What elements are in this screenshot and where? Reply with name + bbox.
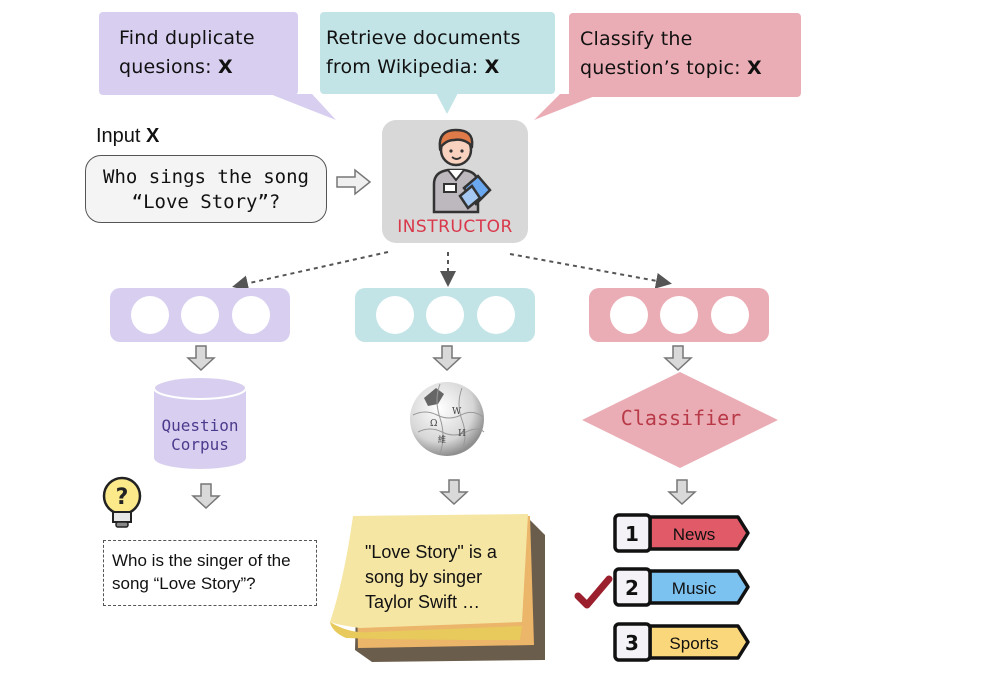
prompt-text: question’s topic:: [580, 57, 747, 79]
instructor-label: INSTRUCTOR: [397, 217, 513, 237]
prompt-variable: X: [746, 57, 762, 79]
bubble-tail-classify: [534, 94, 600, 120]
prompt-variable: X: [217, 56, 233, 78]
selected-check-icon: [574, 575, 613, 609]
prompt-line: quesions: X: [119, 53, 284, 82]
prompt-text: from Wikipedia:: [326, 56, 485, 78]
prompt-line: from Wikipedia: X: [326, 53, 541, 82]
down-arrow-left-1: [186, 345, 216, 372]
input-line: Who sings the song: [103, 166, 309, 188]
down-arrow-right-1: [663, 345, 693, 372]
svg-text:И: И: [458, 429, 466, 439]
embedding-dot: [130, 296, 169, 334]
prompt-line: Classify the: [580, 28, 693, 50]
tag-rank: 1: [625, 522, 639, 546]
down-arrow-right-2: [667, 479, 697, 506]
retrieved-line: song “Love Story”?: [112, 574, 256, 593]
prompt-line: Find duplicate: [119, 27, 255, 49]
embedding-dot: [375, 296, 414, 334]
input-label-text: Input: [96, 125, 147, 147]
prompt-line: Retrieve documents: [326, 27, 521, 49]
corpus-line: Corpus: [171, 435, 229, 454]
category-tag-music: 2 Music: [613, 567, 750, 607]
down-arrow-mid-1: [432, 345, 462, 372]
prompt-bubble-wikipedia: Retrieve documents from Wikipedia: X: [320, 12, 555, 94]
document-line: "Love Story" is a: [365, 542, 497, 562]
input-variable: X: [146, 125, 160, 147]
prompt-variable: X: [484, 56, 500, 78]
input-to-instructor-arrow: [336, 168, 372, 196]
embedding-wikipedia: [355, 288, 535, 342]
input-label: Input X: [96, 125, 159, 148]
bubble-tail-wikipedia: [436, 93, 458, 114]
wikipedia-globe-icon: Ω W И 維: [410, 382, 485, 456]
wikipedia-document-text: "Love Story" is a song by singer Taylor …: [365, 540, 525, 615]
svg-text:維: 維: [438, 434, 446, 444]
embedding-dot: [710, 296, 749, 334]
embedding-dot: [609, 296, 648, 334]
embedding-classify: [589, 288, 769, 342]
retrieved-question-box: Who is the singer of the song “Love Stor…: [103, 540, 317, 606]
svg-text:W: W: [452, 407, 462, 417]
embedding-dot: [181, 296, 219, 334]
document-line: song by singer: [365, 567, 483, 587]
instructor-person-icon: [432, 128, 492, 214]
instructor-model: INSTRUCTOR: [382, 120, 528, 243]
category-tag-sports: 3 Sports: [613, 622, 750, 662]
down-arrow-mid-2: [439, 479, 469, 506]
embedding-dot: [426, 296, 464, 334]
tag-label: News: [673, 525, 716, 544]
prompt-line: question’s topic: X: [580, 54, 787, 83]
prompt-text: quesions:: [119, 56, 218, 78]
embedding-dot: [660, 296, 698, 334]
tag-label: Music: [672, 579, 717, 598]
tag-rank: 3: [625, 631, 639, 655]
category-tag-news: 1 News: [613, 513, 750, 553]
svg-text:?: ?: [116, 485, 129, 510]
svg-text:Ω: Ω: [430, 419, 437, 429]
prompt-bubble-duplicate: Find duplicate quesions: X: [99, 12, 298, 95]
dashed-arrow-right: [509, 253, 672, 289]
prompt-bubble-classify: Classify the question’s topic: X: [569, 13, 801, 97]
embedding-dot: [476, 296, 515, 334]
embedding-dot: [231, 296, 270, 334]
document-line: Taylor Swift …: [365, 592, 481, 612]
retrieved-line: Who is the singer of the: [112, 551, 291, 570]
embedding-duplicate: [110, 288, 290, 342]
bubble-tail-duplicate: [270, 94, 336, 120]
down-arrow-left-2: [191, 483, 221, 510]
tag-label: Sports: [669, 634, 718, 653]
classifier-label: Classifier: [620, 406, 742, 430]
input-line: “Love Story”?: [131, 191, 281, 213]
corpus-line: Question: [161, 416, 239, 435]
question-corpus-label: Question Corpus: [154, 416, 246, 454]
question-corpus: Question Corpus: [154, 376, 246, 468]
input-question-box: Who sings the song “Love Story”?: [85, 155, 327, 223]
tag-rank: 2: [625, 576, 639, 600]
lightbulb-question-icon: ?: [102, 476, 142, 528]
dashed-arrow-left: [232, 251, 389, 292]
